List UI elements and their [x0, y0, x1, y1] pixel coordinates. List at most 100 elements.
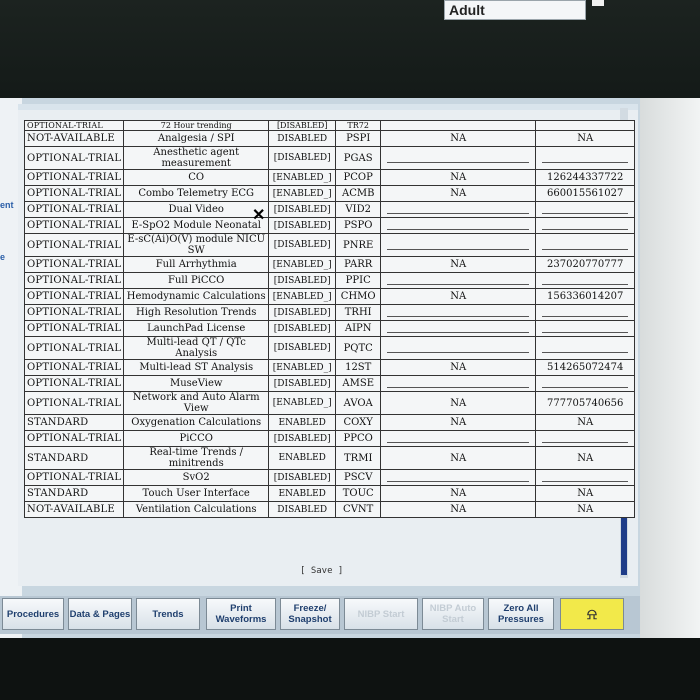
value-cell	[380, 217, 537, 234]
key-cell	[535, 375, 636, 392]
blank-entry-line	[387, 344, 530, 353]
freeze-snapshot-button[interactable]: Freeze/ Snapshot	[280, 598, 340, 630]
monitor-case-right	[640, 98, 700, 638]
save-button[interactable]: [ Save ]	[300, 566, 343, 576]
state-cell[interactable]: [ENABLED_]	[268, 169, 337, 186]
blank-entry-line	[542, 276, 629, 285]
state-cell[interactable]: [DISABLED]	[268, 469, 337, 486]
status-cell: OPTIONAL-TRIAL	[23, 304, 125, 321]
left-menu-item-2[interactable]: e	[0, 252, 5, 262]
status-cell: OPTIONAL-TRIAL	[23, 185, 125, 202]
code-cell: ACMB	[335, 185, 382, 202]
feature-cell: SvO2	[123, 469, 270, 486]
code-cell: PQTC	[335, 336, 382, 360]
status-cell: OPTIONAL-TRIAL	[23, 469, 125, 486]
table-row: OPTIONAL-TRIAL SvO2 [DISABLED] PSCV	[23, 469, 636, 486]
state-cell[interactable]: [DISABLED]	[268, 336, 337, 360]
blank-entry-line	[387, 308, 530, 317]
table-row: OPTIONAL-TRIAL PiCCO [DISABLED] PPCO	[23, 430, 636, 447]
state-cell[interactable]: [DISABLED]	[268, 201, 337, 218]
value-cell: NA	[380, 446, 537, 470]
patient-type-indicator[interactable]: Adult	[444, 0, 586, 20]
table-row: OPTIONAL-TRIAL Combo Telemetry ECG [ENABLE…	[23, 185, 636, 202]
blank-entry-line	[542, 379, 629, 388]
state-cell[interactable]: [DISABLED]	[268, 272, 337, 289]
code-cell: CHMO	[335, 288, 382, 305]
code-cell: CVNT	[335, 501, 382, 518]
state-cell[interactable]: ENABLED	[268, 414, 337, 431]
state-cell[interactable]: [DISABLED]	[268, 320, 337, 337]
status-cell: OPTIONAL-TRIAL	[23, 233, 125, 257]
table-row: STANDARD Real-time Trends / minitrends ENA…	[23, 446, 636, 470]
value-cell: NA	[380, 288, 537, 305]
feature-cell: PiCCO	[123, 430, 270, 447]
patient-type-toggle[interactable]	[592, 0, 604, 6]
value-cell	[380, 201, 537, 218]
status-cell: NOT-AVAILABLE	[23, 130, 125, 147]
table-row: OPTIONAL-TRIAL High Resolution Trends [DIS…	[23, 304, 636, 321]
code-cell: TRHI	[335, 304, 382, 321]
status-cell: OPTIONAL-TRIAL	[23, 320, 125, 337]
trends-button[interactable]: Trends	[136, 598, 200, 630]
value-cell	[380, 233, 537, 257]
value-cell	[380, 469, 537, 486]
state-cell[interactable]: [DISABLED]	[268, 304, 337, 321]
state-cell[interactable]: [DISABLED]	[268, 146, 337, 170]
blank-entry-line	[542, 434, 629, 443]
state-cell[interactable]: [DISABLED]	[268, 375, 337, 392]
state-cell[interactable]: [ENABLED_]	[268, 288, 337, 305]
procedures-button[interactable]: Procedures	[2, 598, 64, 630]
status-cell: OPTIONAL-TRIAL	[23, 201, 125, 218]
code-cell: PCOP	[335, 169, 382, 186]
state-cell[interactable]: DISABLED	[268, 130, 337, 147]
value-cell: NA	[380, 391, 537, 415]
nibp-auto-start-button[interactable]: NIBP Auto Start	[422, 598, 484, 630]
blank-entry-line	[387, 154, 530, 163]
feature-cell: LaunchPad License	[123, 320, 270, 337]
key-cell: 777705740656	[535, 391, 636, 415]
table-row: OPTIONAL-TRIAL Full PiCCO [DISABLED] PPIC	[23, 272, 636, 289]
blank-entry-line	[542, 221, 629, 230]
state-cell[interactable]: [ENABLED_]	[268, 359, 337, 376]
key-cell	[535, 320, 636, 337]
status-cell: OPTIONAL-TRIAL	[23, 336, 125, 360]
blank-entry-line	[542, 324, 629, 333]
alarm-bell-icon[interactable]: ⍾	[560, 598, 624, 630]
key-cell	[535, 217, 636, 234]
table-row: OPTIONAL-TRIAL Hemodynamic Calculations [E…	[23, 288, 636, 305]
code-cell: VID2	[335, 201, 382, 218]
state-cell[interactable]: ENABLED	[268, 446, 337, 470]
blank-entry-line	[387, 324, 530, 333]
nibp-start-button[interactable]: NIBP Start	[344, 598, 418, 630]
code-cell: PPIC	[335, 272, 382, 289]
key-cell	[535, 304, 636, 321]
key-cell: NA	[535, 414, 636, 431]
state-cell[interactable]: [DISABLED]	[268, 233, 337, 257]
value-cell	[380, 320, 537, 337]
state-cell[interactable]: [ENABLED_]	[268, 256, 337, 273]
data-pages-button[interactable]: Data & Pages	[68, 598, 132, 630]
table-row: OPTIONAL-TRIAL Network and Auto Alarm Vie…	[23, 391, 636, 415]
feature-cell: Analgesia / SPI	[123, 130, 270, 147]
state-cell[interactable]: [ENABLED_]	[268, 391, 337, 415]
key-cell	[535, 430, 636, 447]
state-cell[interactable]: [DISABLED]	[268, 120, 337, 131]
left-menu-item-1[interactable]: ent	[0, 200, 14, 210]
state-cell[interactable]: [DISABLED]	[268, 430, 337, 447]
status-cell: OPTIONAL-TRIAL	[23, 146, 125, 170]
table-row: OPTIONAL-TRIAL MuseView [DISABLED] AMSE	[23, 375, 636, 392]
state-cell[interactable]: [DISABLED]	[268, 217, 337, 234]
table-row: OPTIONAL-TRIAL Dual Video [DISABLED] VID2	[23, 201, 636, 218]
blank-entry-line	[387, 276, 530, 285]
zero-all-pressures-button[interactable]: Zero All Pressures	[488, 598, 554, 630]
state-cell[interactable]: DISABLED	[268, 501, 337, 518]
state-cell[interactable]: [ENABLED_]	[268, 185, 337, 202]
print-waveforms-button[interactable]: Print Waveforms	[206, 598, 276, 630]
key-cell: 237020770777	[535, 256, 636, 273]
value-cell: NA	[380, 359, 537, 376]
state-cell[interactable]: ENABLED	[268, 485, 337, 502]
feature-cell: Oxygenation Calculations	[123, 414, 270, 431]
blank-entry-line	[542, 154, 629, 163]
table-row: OPTIONAL-TRIAL CO [ENABLED_] PCOP NA 12624433…	[23, 169, 636, 186]
code-cell: AVOA	[335, 391, 382, 415]
